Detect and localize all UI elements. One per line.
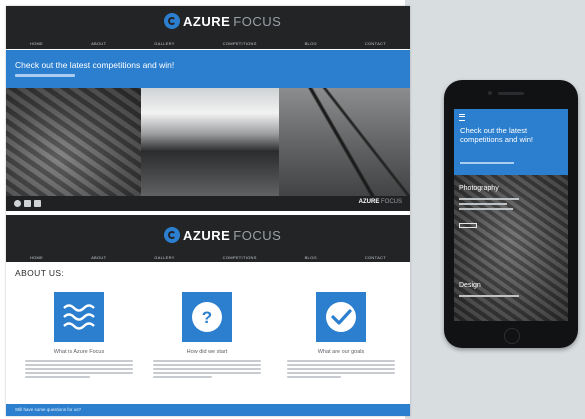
- gallery-footer-bar: AZURE FOCUS: [6, 196, 410, 211]
- twitter-icon[interactable]: [34, 200, 41, 207]
- gallery-photo-seascape[interactable]: [141, 88, 279, 203]
- mobile-photo[interactable]: [454, 175, 568, 321]
- feature-icon-box[interactable]: [54, 292, 104, 342]
- mobile-text-line: [459, 198, 519, 200]
- nav-item-competitions[interactable]: COMPETITIONS: [223, 255, 257, 260]
- mobile-text-line: [459, 208, 513, 210]
- hamburger-menu-icon[interactable]: [459, 114, 465, 121]
- phone-mockup: Check out the latest competitions and wi…: [444, 80, 578, 348]
- site-header: AZURE FOCUS HOME ABOUT GALLERY COMPETITI…: [6, 6, 410, 49]
- nav-item-about[interactable]: ABOUT: [91, 41, 106, 46]
- mobile-banner-subline: [460, 162, 514, 164]
- feature-goals: What are our goals: [281, 292, 401, 380]
- site-header-secondary: AZURE FOCUS HOME ABOUT GALLERY COMPETITI…: [6, 215, 410, 262]
- mobile-banner[interactable]: Check out the latest competitions and wi…: [454, 109, 568, 175]
- secondary-nav: HOME ABOUT GALLERY COMPETITIONS BLOG CON…: [6, 255, 410, 260]
- nav-item-blog[interactable]: BLOG: [305, 255, 317, 260]
- nav-item-home[interactable]: HOME: [30, 41, 43, 46]
- mobile-text-line: [459, 295, 519, 297]
- mobile-banner-headline: Check out the latest competitions and wi…: [460, 126, 534, 144]
- nav-item-contact[interactable]: CONTACT: [365, 255, 386, 260]
- waves-icon: [63, 304, 95, 330]
- feature-icon-box[interactable]: ?: [182, 292, 232, 342]
- photo-gallery: [6, 88, 410, 203]
- gallery-photo-hands[interactable]: [6, 88, 141, 203]
- nav-item-gallery[interactable]: GALLERY: [154, 255, 174, 260]
- footer-logo-azure: AZURE: [358, 199, 380, 205]
- feature-what: What is Azure Focus: [19, 292, 139, 380]
- footer-logo[interactable]: AZURE FOCUS: [359, 199, 402, 205]
- mobile-text-line: [459, 203, 507, 205]
- feature-text: [153, 360, 261, 378]
- logo-word-azure: AZURE: [183, 227, 231, 243]
- banner-subline: [15, 74, 75, 77]
- gallery-photo-fishing-lines[interactable]: [279, 88, 410, 203]
- logo-word-focus: FOCUS: [233, 227, 282, 243]
- footer-question: Still have some questions for us?: [15, 407, 82, 412]
- site-logo-secondary[interactable]: AZURE FOCUS: [164, 227, 281, 243]
- svg-text:?: ?: [202, 308, 212, 327]
- nav-item-home[interactable]: HOME: [30, 255, 43, 260]
- nav-item-blog[interactable]: BLOG: [305, 41, 317, 46]
- mobile-label-photography[interactable]: Photography: [459, 185, 499, 192]
- phone-screen: Check out the latest competitions and wi…: [454, 109, 568, 321]
- feature-text: [287, 360, 395, 378]
- logo-word-focus: FOCUS: [233, 13, 282, 29]
- site-logo[interactable]: AZURE FOCUS: [164, 13, 281, 29]
- about-heading: ABOUT US:: [15, 268, 65, 278]
- speaker-grille: [498, 92, 524, 95]
- feature-text: [25, 360, 133, 378]
- logo-word-azure: AZURE: [183, 13, 231, 29]
- mobile-label-design[interactable]: Design: [459, 282, 481, 289]
- banner-headline: Check out the latest competitions and wi…: [15, 60, 175, 70]
- feature-how: ? How did we start: [147, 292, 267, 380]
- nav-item-competitions[interactable]: COMPETITIONS: [223, 41, 257, 46]
- mobile-readmore-button[interactable]: [459, 223, 477, 228]
- logo-mark-icon: [164, 13, 180, 29]
- nav-item-contact[interactable]: CONTACT: [365, 41, 386, 46]
- checkmark-icon: [326, 302, 356, 332]
- promo-banner[interactable]: Check out the latest competitions and wi…: [6, 50, 410, 88]
- question-mark-icon: ?: [192, 302, 222, 332]
- camera-icon: [488, 91, 492, 95]
- location-pin-icon[interactable]: [14, 200, 21, 207]
- desktop-mockup: AZURE FOCUS HOME ABOUT GALLERY COMPETITI…: [6, 6, 410, 416]
- social-links: [14, 200, 41, 207]
- main-nav: HOME ABOUT GALLERY COMPETITIONS BLOG CON…: [6, 41, 410, 46]
- footer-logo-focus: FOCUS: [381, 199, 402, 205]
- feature-caption: What are our goals: [317, 349, 365, 355]
- feature-caption: How did we start: [186, 349, 228, 355]
- home-button[interactable]: [504, 328, 520, 344]
- facebook-icon[interactable]: [24, 200, 31, 207]
- feature-caption: What is Azure Focus: [53, 349, 105, 355]
- contact-footer[interactable]: Still have some questions for us?: [6, 404, 410, 416]
- nav-item-gallery[interactable]: GALLERY: [154, 41, 174, 46]
- feature-icon-box[interactable]: [316, 292, 366, 342]
- nav-item-about[interactable]: ABOUT: [91, 255, 106, 260]
- logo-mark-icon: [164, 227, 180, 243]
